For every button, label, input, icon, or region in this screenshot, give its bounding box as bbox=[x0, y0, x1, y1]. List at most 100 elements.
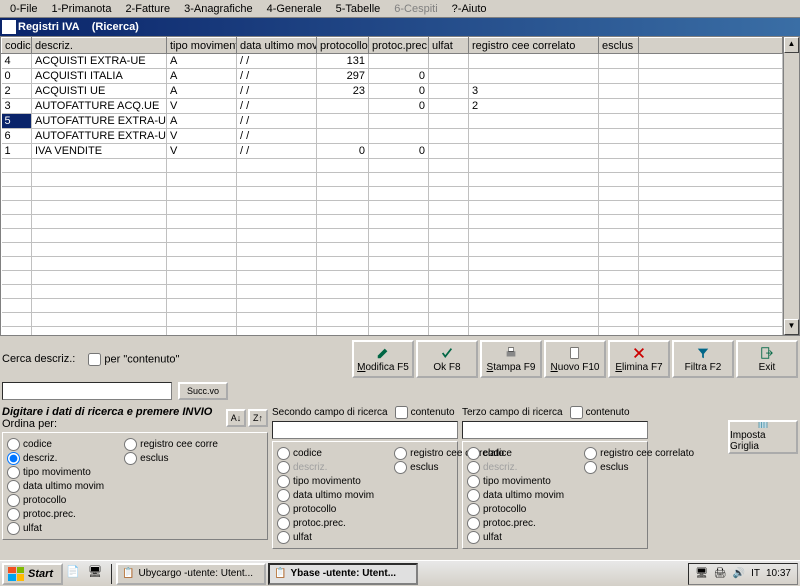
sort-radio[interactable]: registro cee corre bbox=[124, 438, 218, 451]
sort-radio[interactable]: protoc.prec. bbox=[7, 508, 104, 521]
table-row[interactable] bbox=[2, 159, 783, 173]
table-row[interactable] bbox=[2, 313, 783, 327]
menubar[interactable]: 0-File1-Primanota2-Fatture3-Anagrafiche4… bbox=[0, 0, 800, 18]
sort-radio[interactable]: protocollo bbox=[7, 494, 104, 507]
title-main: Registri IVA bbox=[18, 21, 80, 33]
sort-radio[interactable]: protoc.prec. bbox=[467, 517, 564, 530]
sort-col-b: registro cee correesclus bbox=[124, 438, 218, 535]
filtra-button[interactable]: Filtra F2 bbox=[672, 340, 734, 378]
terzo-input[interactable] bbox=[462, 421, 648, 439]
table-row[interactable] bbox=[2, 271, 783, 285]
table-row[interactable] bbox=[2, 257, 783, 271]
sort-radio[interactable]: esclus bbox=[584, 461, 694, 474]
per-contenuto-check[interactable]: per "contenuto" bbox=[85, 353, 179, 366]
table-row[interactable]: 5AUTOFATTURE EXTRA-UE ACQ.A/ / bbox=[2, 114, 783, 129]
tray-icon[interactable]: 🖥 bbox=[695, 568, 708, 579]
tray-clock[interactable]: 10:37 bbox=[766, 568, 791, 579]
sort-radio[interactable]: esclus bbox=[124, 452, 218, 465]
ter-col-a: codicedescriz.tipo movimentodata ultimo … bbox=[467, 447, 564, 544]
secondo-label: Secondo campo di ricerca bbox=[272, 407, 388, 418]
sort-radio[interactable]: descriz. bbox=[467, 461, 564, 474]
menu-item[interactable]: 3-Anagrafiche bbox=[178, 2, 259, 15]
sec-col-a: codicedescriz.tipo movimentodata ultimo … bbox=[277, 447, 374, 544]
menu-item[interactable]: ?-Aiuto bbox=[446, 2, 493, 15]
taskbar-app-1[interactable]: 📋 Ubycargo -utente: Utent... bbox=[116, 563, 266, 585]
terzo-label: Terzo campo di ricerca bbox=[462, 407, 563, 418]
table-row[interactable] bbox=[2, 299, 783, 313]
sort-desc-button[interactable]: Z↑ bbox=[248, 409, 268, 427]
exit-button[interactable]: Exit bbox=[736, 340, 798, 378]
table-row[interactable] bbox=[2, 201, 783, 215]
menu-item[interactable]: 1-Primanota bbox=[46, 2, 118, 15]
elimina-button[interactable]: Elimina F7 bbox=[608, 340, 670, 378]
menu-item[interactable]: 6-Cespiti bbox=[388, 2, 443, 15]
sort-radio[interactable]: data ultimo movim bbox=[467, 489, 564, 502]
table-row[interactable] bbox=[2, 215, 783, 229]
sort-radio[interactable]: protocollo bbox=[467, 503, 564, 516]
sort-radio[interactable]: ulfat bbox=[7, 522, 104, 535]
search-label: Cerca descriz.: bbox=[2, 353, 75, 365]
menu-item[interactable]: 0-File bbox=[4, 2, 44, 15]
sort-radio[interactable]: ulfat bbox=[467, 531, 564, 544]
tray-lang[interactable]: IT bbox=[751, 568, 760, 579]
tray-icon[interactable]: 🔊 bbox=[733, 568, 745, 579]
table-row[interactable]: 4ACQUISTI EXTRA-UEA/ /131 bbox=[2, 54, 783, 69]
nuovo-button[interactable]: Nuovo F10 bbox=[544, 340, 606, 378]
tray-icon[interactable]: 🖨 bbox=[714, 568, 727, 579]
table-row[interactable] bbox=[2, 327, 783, 336]
start-button[interactable]: Start bbox=[2, 563, 63, 585]
quicklaunch-icon[interactable]: 📄 bbox=[65, 564, 85, 584]
stampa-button[interactable]: Stampa F9 bbox=[480, 340, 542, 378]
quicklaunch-icon[interactable]: 🖥 bbox=[87, 564, 107, 584]
sort-radio[interactable]: registro cee correlato bbox=[584, 447, 694, 460]
sort-radio[interactable]: data ultimo movim bbox=[7, 480, 104, 493]
table-row[interactable] bbox=[2, 243, 783, 257]
sort-radio[interactable]: codice bbox=[277, 447, 374, 460]
sort-asc-button[interactable]: A↓ bbox=[226, 409, 246, 427]
sort-radio[interactable]: protocollo bbox=[277, 503, 374, 516]
table-row[interactable] bbox=[2, 187, 783, 201]
window-icon bbox=[2, 20, 16, 34]
sort-radio[interactable]: descriz. bbox=[7, 452, 104, 465]
menu-item[interactable]: 4-Generale bbox=[261, 2, 328, 15]
table-row[interactable] bbox=[2, 285, 783, 299]
secondo-input[interactable] bbox=[272, 421, 458, 439]
sort-radio[interactable]: ulfat bbox=[277, 531, 374, 544]
sort-radio[interactable]: codice bbox=[467, 447, 564, 460]
sort-radio[interactable]: tipo movimento bbox=[277, 475, 374, 488]
window-titlebar: Registri IVA (Ricerca) bbox=[0, 18, 800, 36]
modifica-button[interactable]: Modifica F5 bbox=[352, 340, 414, 378]
grid-body: 4ACQUISTI EXTRA-UEA/ /1310ACQUISTI ITALI… bbox=[2, 54, 783, 336]
data-grid[interactable]: codicedescriz.tipo movimentodata ultimo … bbox=[0, 36, 800, 336]
table-row[interactable]: 0ACQUISTI ITALIAA/ /2970 bbox=[2, 69, 783, 84]
taskbar[interactable]: Start 📄 🖥 📋 Ubycargo -utente: Utent... 📋… bbox=[0, 560, 800, 586]
search-input[interactable] bbox=[2, 382, 172, 400]
search-row-2: Succ.vo bbox=[0, 382, 800, 404]
table-row[interactable]: 1IVA VENDITEV/ /00 bbox=[2, 144, 783, 159]
succvo-button[interactable]: Succ.vo bbox=[178, 382, 228, 400]
sort-radio[interactable]: data ultimo movim bbox=[277, 489, 374, 502]
grid-table: codicedescriz.tipo movimentodata ultimo … bbox=[1, 37, 783, 335]
imposta-griglia-button[interactable]: Imposta Griglia bbox=[728, 420, 798, 454]
menu-item[interactable]: 5-Tabelle bbox=[330, 2, 387, 15]
sort-radio[interactable]: tipo movimento bbox=[7, 466, 104, 479]
table-row[interactable] bbox=[2, 173, 783, 187]
menu-item[interactable]: 2-Fatture bbox=[119, 2, 176, 15]
ordina-per-group: Digitare i dati di ricerca e premere INV… bbox=[2, 406, 268, 549]
sort-radio[interactable]: descriz. bbox=[277, 461, 374, 474]
sort-radio[interactable]: codice bbox=[7, 438, 104, 451]
sort-col-a: codicedescriz.tipo movimentodata ultimo … bbox=[7, 438, 104, 535]
taskbar-app-2[interactable]: 📋 Ybase -utente: Utent... bbox=[268, 563, 418, 585]
vertical-scrollbar[interactable]: ▲▼ bbox=[783, 37, 799, 335]
ordina-label: Ordina per: bbox=[2, 418, 212, 430]
sort-radio[interactable]: protoc.prec. bbox=[277, 517, 374, 530]
search-row: Cerca descriz.: per "contenuto" Modifica… bbox=[0, 336, 800, 382]
ok-button[interactable]: Ok F8 bbox=[416, 340, 478, 378]
grid-header-row[interactable]: codicedescriz.tipo movimentodata ultimo … bbox=[2, 38, 783, 54]
table-row[interactable] bbox=[2, 229, 783, 243]
sort-radio[interactable]: tipo movimento bbox=[467, 475, 564, 488]
table-row[interactable]: 6AUTOFATTURE EXTRA-UE VEN.V/ / bbox=[2, 129, 783, 144]
system-tray[interactable]: 🖥 🖨 🔊 IT 10:37 bbox=[688, 563, 798, 585]
table-row[interactable]: 2ACQUISTI UEA/ /2303 bbox=[2, 84, 783, 99]
table-row[interactable]: 3AUTOFATTURE ACQ.UEV/ /02 bbox=[2, 99, 783, 114]
